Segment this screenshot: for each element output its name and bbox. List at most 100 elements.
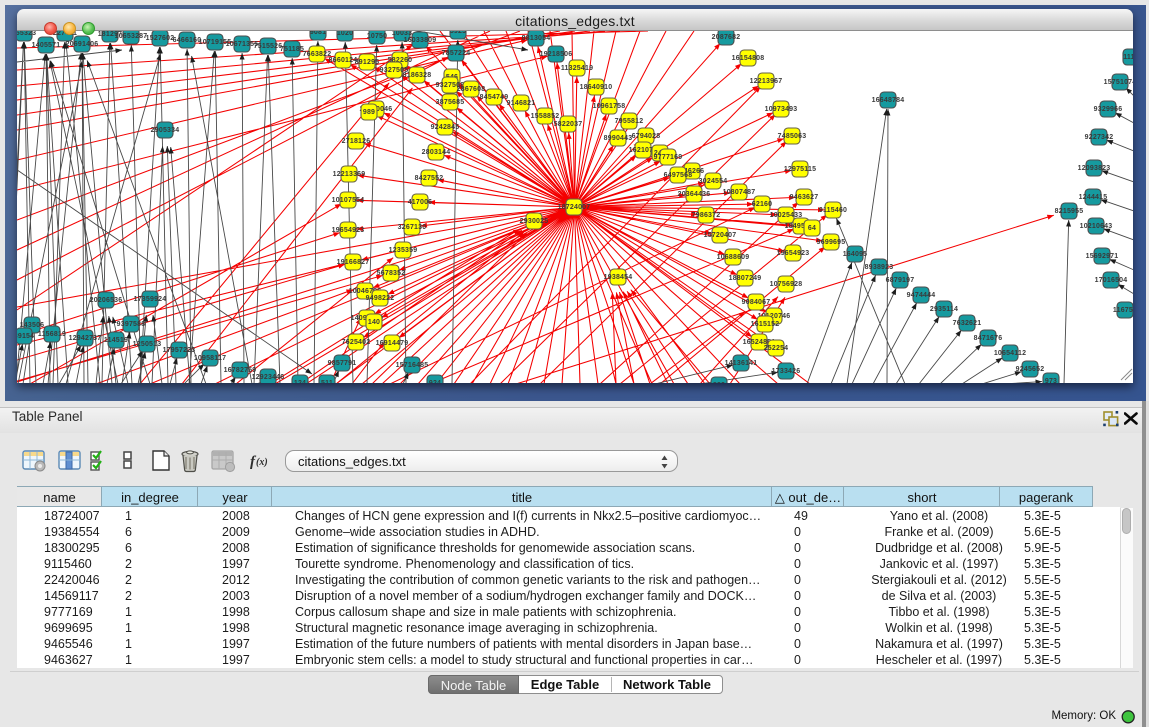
svg-text:19654923: 19654923 <box>777 250 810 257</box>
svg-text:8427552: 8427552 <box>415 175 444 182</box>
svg-text:8660124: 8660124 <box>329 57 358 64</box>
svg-text:1020: 1020 <box>337 31 353 37</box>
svg-text:16648784: 16648784 <box>872 97 905 104</box>
svg-text:10653287: 10653287 <box>115 33 148 40</box>
svg-text:3024554: 3024554 <box>699 178 728 185</box>
svg-text:140: 140 <box>368 319 380 326</box>
svg-text:1235359: 1235359 <box>389 247 418 254</box>
svg-text:10750: 10750 <box>367 33 387 40</box>
svg-text:9081: 9081 <box>310 31 326 36</box>
svg-text:10807487: 10807487 <box>723 189 756 196</box>
svg-text:2087682: 2087682 <box>712 34 741 41</box>
svg-text:2718126: 2718126 <box>342 138 371 145</box>
svg-text:10654112: 10654112 <box>994 350 1026 357</box>
svg-text:3875685: 3875685 <box>436 99 465 106</box>
svg-text:1527602: 1527602 <box>146 35 175 42</box>
svg-text:6879197: 6879197 <box>886 277 915 284</box>
svg-text:12975115: 12975115 <box>784 166 816 173</box>
svg-text:20364436: 20364436 <box>678 191 711 198</box>
svg-text:16033809: 16033809 <box>404 37 437 44</box>
svg-text:9777169: 9777169 <box>654 154 683 161</box>
svg-text:2935114: 2935114 <box>930 306 958 313</box>
svg-text:8186328: 8186328 <box>403 72 432 79</box>
svg-text:17359924: 17359924 <box>134 296 167 303</box>
svg-text:16782759: 16782759 <box>224 367 257 374</box>
svg-text:12093823: 12093823 <box>1078 165 1111 172</box>
svg-text:7632621: 7632621 <box>953 320 982 327</box>
svg-text:12213369: 12213369 <box>333 171 366 178</box>
svg-text:1250513: 1250513 <box>133 341 162 348</box>
svg-text:511: 511 <box>321 380 333 383</box>
svg-text:1615152: 1615152 <box>751 321 780 328</box>
svg-text:9329966: 9329966 <box>1094 106 1123 113</box>
svg-text:7986372: 7986372 <box>692 212 721 219</box>
svg-text:10688609: 10688609 <box>717 254 750 261</box>
svg-text:7485063: 7485063 <box>778 133 807 140</box>
svg-text:12923446: 12923446 <box>252 374 285 381</box>
svg-text:15720407: 15720407 <box>704 232 737 239</box>
svg-text:14136141: 14136141 <box>725 360 758 367</box>
svg-text:832: 832 <box>713 382 725 383</box>
svg-text:10961758: 10961758 <box>593 103 626 110</box>
svg-text:20691406: 20691406 <box>66 41 99 48</box>
svg-text:11325419: 11325419 <box>561 65 593 72</box>
svg-text:8813054: 8813054 <box>522 35 551 42</box>
svg-text:16914479: 16914479 <box>376 340 409 347</box>
svg-text:2930025: 2930025 <box>520 218 549 225</box>
svg-text:19218506: 19218506 <box>540 51 573 58</box>
svg-text:2867608: 2867608 <box>457 86 486 93</box>
svg-text:116753: 116753 <box>1113 307 1133 314</box>
svg-text:10107554: 10107554 <box>332 197 365 204</box>
svg-text:8215955: 8215955 <box>1055 208 1084 215</box>
svg-text:1558852: 1558852 <box>531 113 560 120</box>
svg-text:7663822: 7663822 <box>303 51 332 58</box>
svg-text:989: 989 <box>363 109 375 116</box>
svg-text:18807249: 18807249 <box>729 275 762 282</box>
svg-text:17957223: 17957223 <box>163 347 196 354</box>
svg-text:751185: 751185 <box>280 46 304 53</box>
svg-text:20206536: 20206536 <box>90 297 123 304</box>
svg-text:5678352: 5678352 <box>377 270 406 277</box>
svg-text:19654923: 19654923 <box>332 227 365 234</box>
svg-text:973: 973 <box>1045 378 1057 383</box>
svg-text:9115460: 9115460 <box>819 207 847 214</box>
svg-text:8454749: 8454749 <box>480 94 509 101</box>
svg-text:7955812: 7955812 <box>615 118 644 125</box>
svg-text:12213967: 12213967 <box>750 78 783 85</box>
svg-text:252254: 252254 <box>764 345 789 352</box>
svg-text:9857791: 9857791 <box>328 360 357 367</box>
svg-text:7857224: 7857224 <box>442 50 471 57</box>
svg-text:891295: 891295 <box>355 59 380 66</box>
svg-text:15692971: 15692971 <box>1086 253 1119 260</box>
svg-text:417006: 417006 <box>408 199 433 206</box>
svg-text:1733426: 1733426 <box>772 368 801 375</box>
svg-text:9245652: 9245652 <box>1016 366 1045 373</box>
svg-text:2803144: 2803144 <box>422 149 451 156</box>
svg-text:9699695: 9699695 <box>817 239 846 246</box>
svg-text:10973493: 10973493 <box>765 106 798 113</box>
svg-text:8938923: 8938923 <box>865 264 894 271</box>
svg-text:7625402: 7625402 <box>342 339 371 346</box>
svg-text:6497568: 6497568 <box>664 172 693 179</box>
svg-text:(x): (x) <box>256 457 268 468</box>
svg-text:39154: 39154 <box>17 333 34 340</box>
svg-text:9146821: 9146821 <box>507 100 536 107</box>
svg-text:8990443: 8990443 <box>604 135 633 142</box>
svg-text:10756928: 10756928 <box>770 281 803 288</box>
svg-text:9397588: 9397588 <box>117 321 146 328</box>
svg-text:1938454: 1938454 <box>604 274 633 281</box>
svg-text:3267130: 3267130 <box>398 224 427 231</box>
svg-text:1156819: 1156819 <box>38 331 66 338</box>
svg-text:5923: 5923 <box>450 31 466 35</box>
svg-text:1405571: 1405571 <box>32 42 61 49</box>
svg-text:1117: 1117 <box>1123 54 1133 61</box>
svg-text:9498222: 9498222 <box>366 295 395 302</box>
svg-text:12942737: 12942737 <box>69 335 102 342</box>
svg-text:8471676: 8471676 <box>974 335 1003 342</box>
svg-text:114519: 114519 <box>104 337 128 344</box>
svg-text:10210643: 10210643 <box>1080 223 1113 230</box>
svg-text:10958117: 10958117 <box>194 355 226 362</box>
svg-text:9463627: 9463627 <box>790 194 819 201</box>
svg-text:19166827: 19166827 <box>337 259 370 266</box>
svg-text:2905334: 2905334 <box>151 127 180 134</box>
